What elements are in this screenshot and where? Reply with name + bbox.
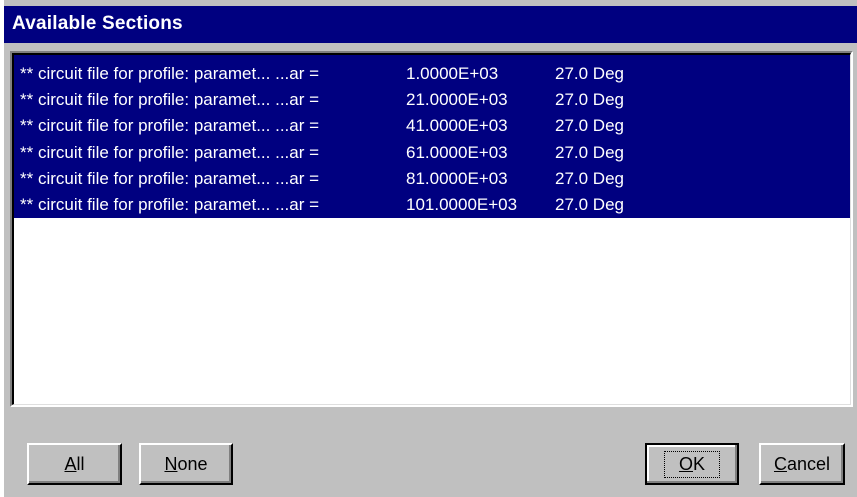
item-label: ** circuit file for profile: paramet... … [20,168,320,188]
item-angle: 27.0 Deg [555,64,624,83]
cancel-button[interactable]: Cancel [759,443,845,485]
item-label: ** circuit file for profile: paramet... … [20,90,320,110]
sections-listbox[interactable]: ** circuit file for profile: paramet... … [10,51,853,407]
ok-button-label: OK [663,450,721,478]
item-angle: 27.0 Deg [555,194,624,214]
none-button-label: None [164,453,208,474]
item-value: 41.0000E+03 [406,116,508,136]
cancel-button-label: Cancel [773,453,831,474]
item-angle: 27.0 Deg [555,116,624,136]
ok-button[interactable]: OK [645,443,739,485]
item-value: 1.0000E+03 [406,64,499,83]
list-item[interactable]: ** circuit file for profile: paramet... … [14,165,850,192]
item-label: ** circuit file for profile: paramet... … [20,142,320,162]
list-item[interactable]: ** circuit file for profile: paramet... … [14,113,850,140]
list-item[interactable]: ** circuit file for profile: paramet... … [14,139,850,166]
item-label: ** circuit file for profile: paramet... … [20,64,320,83]
item-value: 81.0000E+03 [406,168,508,188]
item-value: 101.0000E+03 [406,194,518,214]
list-item[interactable]: ** circuit file for profile: paramet... … [14,61,850,88]
item-value: 21.0000E+03 [406,90,508,110]
item-angle: 27.0 Deg [555,142,624,162]
all-button[interactable]: All [27,443,122,485]
list-item[interactable]: ** circuit file for profile: paramet... … [14,87,850,114]
title-bar: Available Sections [4,6,857,43]
all-button-label: All [64,453,85,474]
item-label: ** circuit file for profile: paramet... … [20,116,320,136]
item-angle: 27.0 Deg [555,90,624,110]
none-button[interactable]: None [139,443,233,485]
item-label: ** circuit file for profile: paramet... … [20,194,320,214]
list-item[interactable]: ** circuit file for profile: paramet... … [14,191,850,219]
dialog-title: Available Sections [12,13,183,34]
item-angle: 27.0 Deg [555,168,624,188]
item-value: 61.0000E+03 [406,142,508,162]
